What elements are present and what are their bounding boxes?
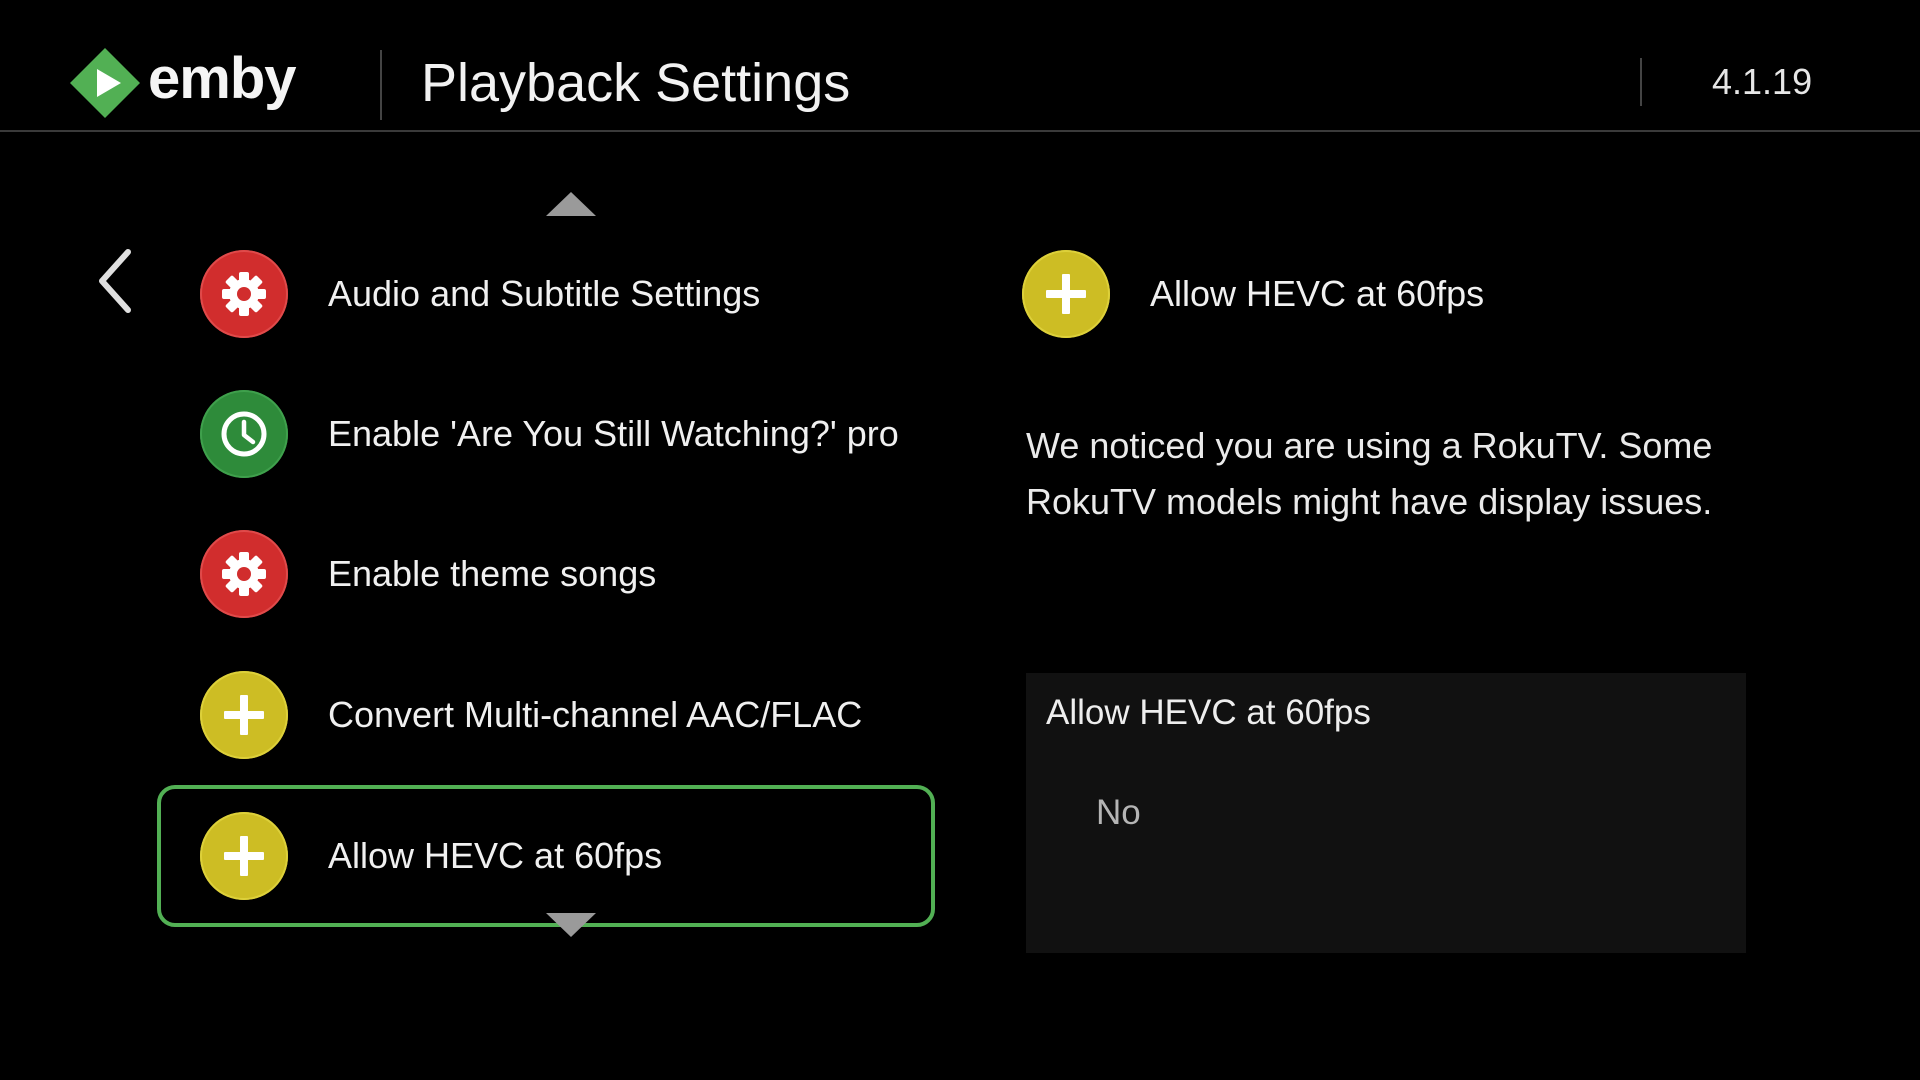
header-bar: emby Playback Settings 4.1.19 [0,0,1920,132]
menu-item-still-watching-prompt[interactable]: Enable 'Are You Still Watching?' prom [200,388,900,480]
plus-icon [1022,250,1110,338]
detail-title: Allow HEVC at 60fps [1150,273,1485,314]
emby-logo-icon [70,48,140,118]
menu-item-label: Enable theme songs [328,553,657,594]
detail-header: Allow HEVC at 60fps [1022,248,1484,340]
version-label: 4.1.19 [1712,61,1813,102]
emby-app: emby Playback Settings 4.1.19 Audio and … [0,0,1920,1080]
plus-icon [200,671,288,759]
scroll-up-arrow-icon[interactable] [546,192,596,216]
menu-item-label: Audio and Subtitle Settings [328,273,761,314]
setting-title: Allow HEVC at 60fps [1046,693,1371,732]
header-divider [380,50,382,120]
clock-icon [200,390,288,478]
menu-item-convert-multichannel[interactable]: Convert Multi-channel AAC/FLAC [200,669,900,761]
menu-item-audio-subtitle-settings[interactable]: Audio and Subtitle Settings [200,248,900,340]
menu-item-label: Enable 'Are You Still Watching?' prom [328,413,898,454]
back-button[interactable] [92,246,142,316]
logo-text: emby [148,46,297,111]
chevron-left-icon [99,249,131,313]
menu-item-theme-songs[interactable]: Enable theme songs [200,528,900,620]
setting-value-box[interactable]: Allow HEVC at 60fps No [1026,673,1746,953]
menu-item-label: Allow HEVC at 60fps [328,835,663,876]
plus-icon [200,812,288,900]
menu-item-allow-hevc-60fps[interactable]: Allow HEVC at 60fps [200,810,900,902]
setting-value[interactable]: No [1096,791,1141,835]
gear-icon [200,530,288,618]
emby-logo: emby [70,46,297,118]
page-title: Playback Settings [421,53,851,113]
detail-description: We noticed you are using a RokuTV. Some … [1026,425,1713,522]
menu-item-label: Convert Multi-channel AAC/FLAC [328,694,863,735]
scroll-down-arrow-icon[interactable] [546,913,596,937]
gear-icon [200,250,288,338]
header-divider [1640,58,1642,106]
